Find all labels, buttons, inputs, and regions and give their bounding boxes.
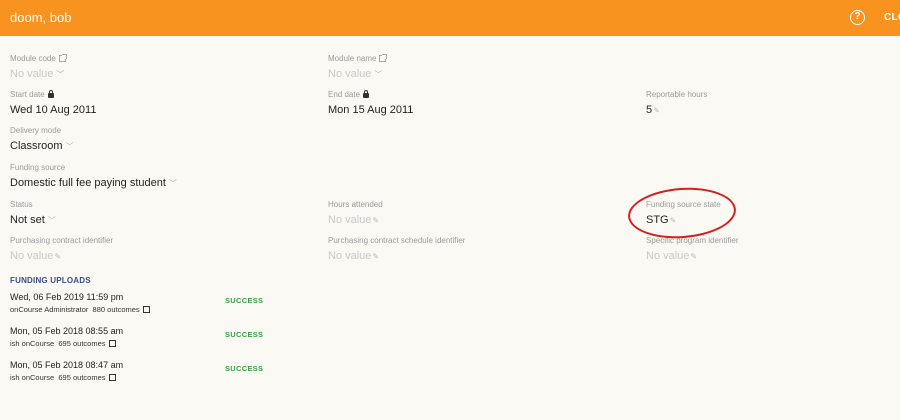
pencil-icon: ✎: [372, 252, 380, 261]
module-code-select[interactable]: No value ﹀: [10, 68, 66, 80]
module-name-select[interactable]: No value ﹀: [328, 68, 386, 80]
app-header: doom, bob ? CLO: [0, 0, 900, 36]
upload-user: onCourse Administrator: [10, 305, 89, 314]
upload-date: Wed, 06 Feb 2019 11:59 pm: [10, 292, 124, 302]
external-link-icon[interactable]: [58, 54, 67, 62]
pencil-icon: ✎: [54, 252, 62, 261]
upload-date: Mon, 05 Feb 2018 08:47 am: [10, 360, 124, 370]
external-link-icon[interactable]: [108, 374, 116, 381]
specific-program-identifier-label: Specific program identifier: [646, 236, 739, 245]
upload-status: SUCCESS: [225, 296, 264, 305]
lock-icon: [363, 90, 370, 98]
help-icon[interactable]: ?: [850, 10, 865, 25]
start-date-label: Start date: [10, 90, 45, 99]
funding-upload-item: Wed, 06 Feb 2019 11:59 pm onCourse Admin…: [10, 292, 310, 314]
upload-status: SUCCESS: [225, 364, 264, 373]
funding-source-label: Funding source: [10, 163, 66, 172]
purchasing-contract-identifier-field: Purchasing contract identifier No value✎: [10, 236, 113, 262]
upload-status: SUCCESS: [225, 330, 264, 339]
specific-program-identifier-input[interactable]: No value✎: [646, 250, 738, 262]
chevron-down-icon: ﹀: [56, 70, 65, 79]
external-link-icon[interactable]: [379, 54, 388, 62]
funding-source-select[interactable]: Domestic full fee paying student ﹀: [10, 177, 177, 189]
status-field: Status Not set ﹀: [10, 200, 56, 226]
end-date-label: End date: [328, 90, 361, 99]
chevron-down-icon: ﹀: [374, 70, 383, 79]
chevron-down-icon: ﹀: [65, 142, 74, 151]
delivery-mode-label: Delivery mode: [10, 126, 62, 135]
purchasing-contract-identifier-input[interactable]: No value✎: [10, 250, 113, 262]
start-date-value: Wed 10 Aug 2011: [10, 104, 97, 116]
reportable-hours-label: Reportable hours: [646, 90, 708, 99]
hours-attended-field: Hours attended No value✎: [328, 200, 383, 226]
purchasing-contract-schedule-identifier-field: Purchasing contract schedule identifier …: [328, 236, 465, 262]
external-link-icon[interactable]: [108, 340, 116, 347]
upload-outcomes: 695 outcomes: [58, 339, 106, 348]
funding-upload-item: Mon, 05 Feb 2018 08:47 am ish onCourse 6…: [10, 360, 310, 382]
upload-outcomes: 695 outcomes: [58, 373, 106, 382]
page-title: doom, bob: [10, 10, 72, 25]
upload-user: ish onCourse: [10, 339, 55, 348]
funding-uploads-heading: FUNDING UPLOADS: [10, 276, 91, 285]
close-button[interactable]: CLO: [884, 12, 900, 23]
funding-upload-item: Mon, 05 Feb 2018 08:55 am ish onCourse 6…: [10, 326, 310, 348]
upload-user: ish onCourse: [10, 373, 55, 382]
pencil-icon: ✎: [653, 106, 660, 115]
funding-source-field: Funding source Domestic full fee paying …: [10, 163, 177, 189]
status-label: Status: [10, 200, 33, 209]
end-date-value: Mon 15 Aug 2011: [328, 104, 414, 116]
pencil-icon: ✎: [690, 252, 698, 261]
hours-attended-input[interactable]: No value✎: [328, 214, 383, 226]
module-code-field: Module code No value ﹀: [10, 54, 67, 80]
purchasing-contract-schedule-identifier-label: Purchasing contract schedule identifier: [328, 236, 466, 245]
upload-date: Mon, 05 Feb 2018 08:55 am: [10, 326, 124, 336]
end-date-field: End date Mon 15 Aug 2011: [328, 90, 413, 116]
annotation-circle: [626, 184, 738, 242]
delivery-mode-field: Delivery mode Classroom ﹀: [10, 126, 74, 152]
specific-program-identifier-field: Specific program identifier No value✎: [646, 236, 738, 262]
upload-outcomes: 880 outcomes: [92, 305, 140, 314]
chevron-down-icon: ﹀: [47, 216, 56, 225]
reportable-hours-input[interactable]: 5✎: [646, 104, 707, 116]
purchasing-contract-schedule-identifier-input[interactable]: No value✎: [328, 250, 465, 262]
delivery-mode-select[interactable]: Classroom ﹀: [10, 140, 74, 152]
status-select[interactable]: Not set ﹀: [10, 214, 56, 226]
purchasing-contract-identifier-label: Purchasing contract identifier: [10, 236, 114, 245]
reportable-hours-field: Reportable hours 5✎: [646, 90, 707, 116]
module-name-label: Module name: [328, 54, 377, 63]
module-name-field: Module name No value ﹀: [328, 54, 388, 80]
pencil-icon: ✎: [372, 216, 380, 225]
lock-icon: [47, 90, 54, 98]
external-link-icon[interactable]: [142, 306, 150, 313]
start-date-field: Start date Wed 10 Aug 2011: [10, 90, 96, 116]
chevron-down-icon: ﹀: [168, 179, 177, 188]
hours-attended-label: Hours attended: [328, 200, 383, 209]
module-code-label: Module code: [10, 54, 56, 63]
